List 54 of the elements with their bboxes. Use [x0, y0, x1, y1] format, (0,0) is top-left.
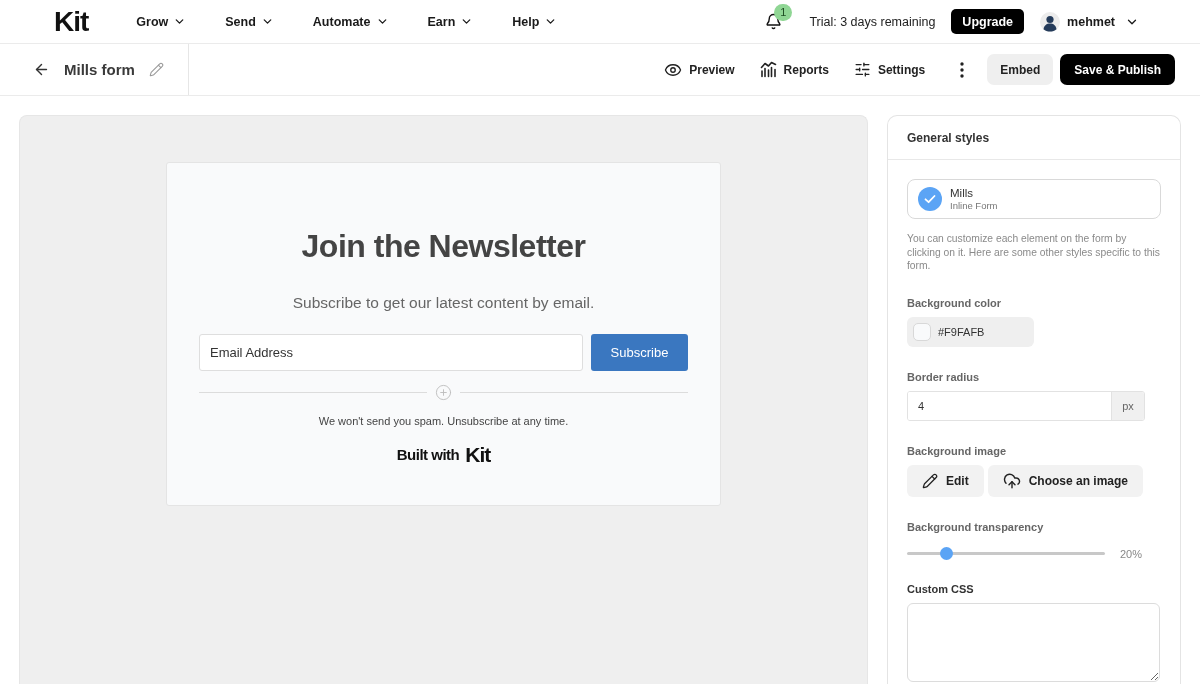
built-with-text: Built with [396, 446, 460, 463]
logo[interactable]: Kit [54, 7, 89, 36]
reports-button[interactable]: Reports [759, 61, 829, 78]
nav-menu[interactable]: Grow [136, 14, 187, 29]
nav-menu[interactable]: Help [512, 14, 558, 29]
nav-menu[interactable]: Automate [312, 14, 389, 29]
field-label: Border radius [907, 369, 981, 384]
help-text: You can customize each element on the form by clicking on it. Here are some other styles specific to this form. [907, 232, 1161, 273]
chart-icon [759, 61, 777, 78]
panel-title: General styles [888, 116, 1180, 160]
color-value: #F9FAFB [938, 325, 985, 338]
form-title: Mills form [64, 61, 135, 78]
bell-icon[interactable] [765, 13, 783, 30]
field-label: Custom CSS [907, 581, 975, 596]
notification-badge: 1 [774, 4, 793, 21]
publish-button[interactable]: Save & Publish [1060, 54, 1175, 85]
back-arrow-icon [33, 61, 50, 78]
upgrade-button[interactable]: Upgrade [951, 9, 1025, 34]
radius-field[interactable]: 4 px [907, 390, 1145, 421]
unit-label: px [1111, 391, 1144, 420]
upload-image-button[interactable]: Choose an image [987, 464, 1144, 497]
form-subheading: Subscribe to get our latest content by email. [292, 293, 595, 313]
edit-image-button[interactable]: Edit [907, 464, 984, 497]
slider-reading: 20% [1120, 547, 1143, 560]
form-heading: Join the Newsletter [301, 227, 586, 265]
nav-menu[interactable]: Earn [427, 14, 474, 29]
nav-menu[interactable]: Send [225, 14, 274, 29]
preview-button[interactable]: Preview [664, 60, 735, 79]
template-name: Mills [950, 186, 974, 200]
template-card[interactable]: Mills Inline Form [907, 179, 1161, 219]
back-button[interactable] [33, 61, 50, 78]
field-label: Background image [907, 443, 1008, 458]
sliders-icon [853, 61, 871, 78]
cloud-upload-icon [1002, 471, 1021, 490]
pencil-icon[interactable] [148, 62, 164, 77]
kebab-icon [960, 61, 965, 78]
settings-button[interactable]: Settings [853, 61, 926, 78]
color-swatch-icon [913, 322, 931, 341]
subscribe-button[interactable]: Subscribe [591, 334, 688, 371]
field-label: Background transparency [907, 519, 1045, 534]
disclaimer-text: We won't send you spam. Unsubscribe at any time. [318, 414, 569, 428]
embed-button[interactable]: Embed [987, 54, 1054, 85]
template-type: Inline Form [950, 200, 998, 212]
email-input[interactable]: Email Address [199, 334, 583, 371]
trial-text: Trial: 3 days remaining [809, 14, 936, 29]
user-menu[interactable]: mehmet [1040, 11, 1115, 32]
field-label: Background color [907, 295, 1003, 310]
pencil-icon [922, 472, 938, 489]
color-field[interactable]: #F9FAFB [907, 316, 1034, 347]
css-input[interactable] [907, 602, 1160, 682]
add-block-icon[interactable] [435, 384, 452, 401]
logo: Kit [465, 444, 491, 465]
slider-thumb[interactable] [940, 547, 954, 560]
avatar-icon [1040, 11, 1061, 32]
